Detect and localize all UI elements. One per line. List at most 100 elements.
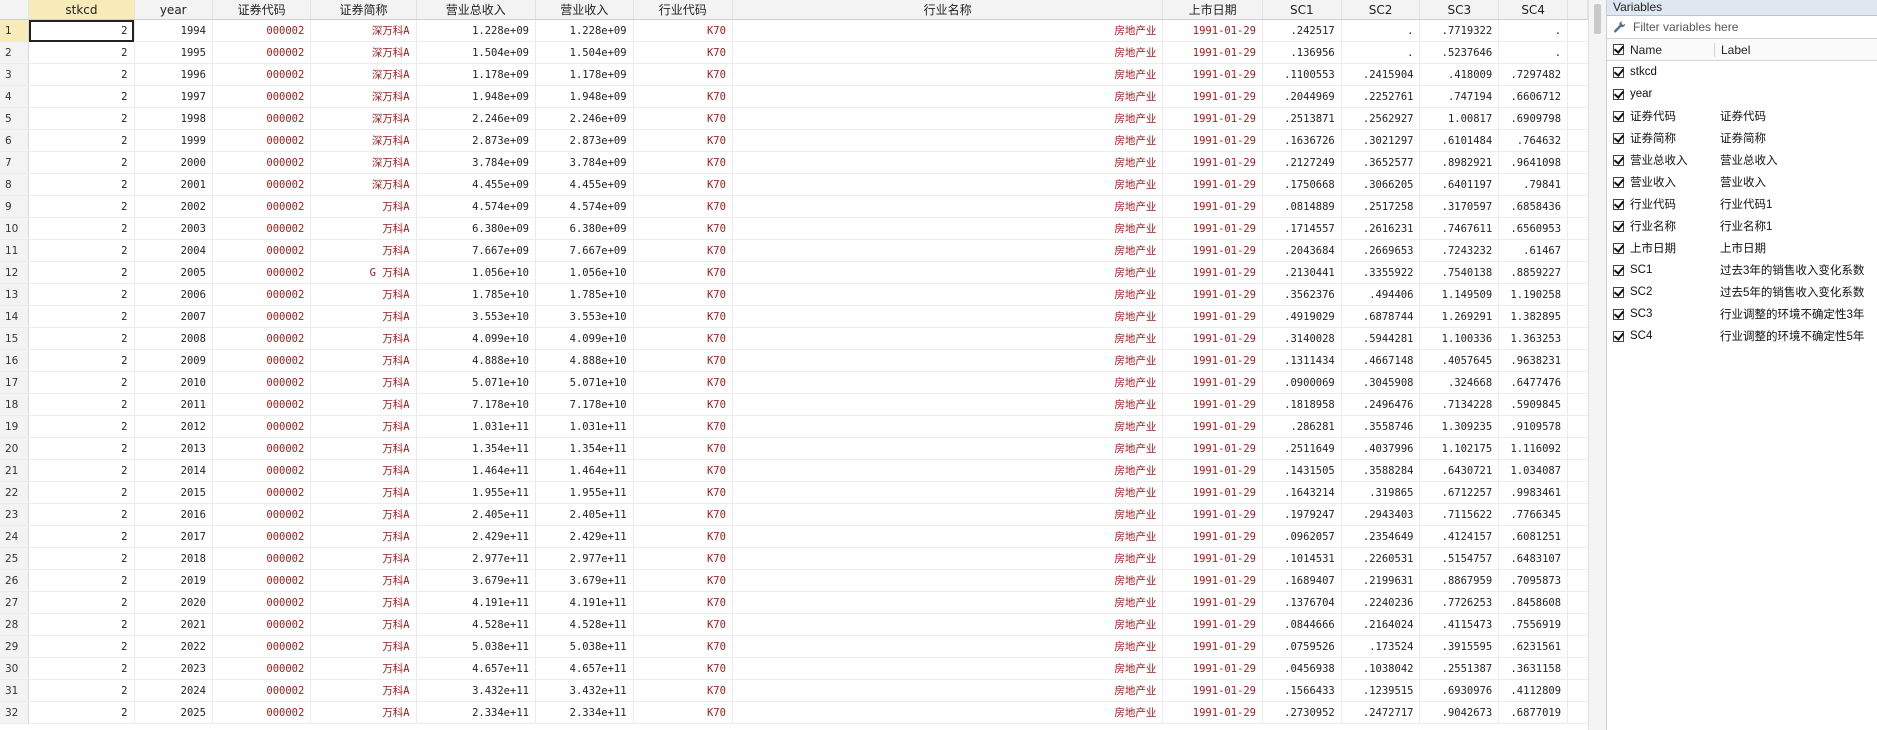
cell-sc4[interactable]: .9983461: [1498, 481, 1569, 504]
cell-year[interactable]: 2000: [134, 151, 213, 174]
cell-stkcd[interactable]: 2: [28, 107, 135, 130]
cell-ind_code[interactable]: K70: [633, 525, 733, 548]
cell-ind_code[interactable]: K70: [633, 569, 733, 592]
cell-abbr[interactable]: 万科A: [310, 239, 417, 262]
table-row[interactable]: 23 2 2016 000002 万科A 2.405e+11 2.405e+11 K70 房地产…: [0, 503, 1588, 526]
row-number[interactable]: 31: [0, 679, 30, 702]
cell-stkcd[interactable]: 2: [28, 261, 135, 284]
cell-code[interactable]: 000002: [212, 349, 312, 372]
table-row[interactable]: 18 2 2011 000002 万科A 7.178e+10 7.178e+10 K70 房地产…: [0, 393, 1588, 416]
cell-year[interactable]: 2018: [134, 547, 213, 570]
cell-list_date[interactable]: 1991-01-29: [1162, 459, 1263, 482]
cell-list_date[interactable]: 1991-01-29: [1162, 129, 1263, 152]
cell-sc4[interactable]: .9641098: [1498, 151, 1569, 174]
cell-sc2[interactable]: .319865: [1341, 481, 1421, 504]
column-header-stkcd[interactable]: stkcd: [28, 0, 135, 20]
variable-row[interactable]: 行业代码 行业代码1: [1607, 193, 1877, 215]
cell-abbr[interactable]: 深万科A: [310, 173, 417, 196]
cell-list_date[interactable]: 1991-01-29: [1162, 437, 1263, 460]
cell-ind_name[interactable]: 房地产业: [732, 481, 1164, 504]
cell-sc2[interactable]: .5944281: [1341, 327, 1421, 350]
cell-ind_code[interactable]: K70: [633, 437, 733, 460]
cell-sc3[interactable]: .418009: [1419, 63, 1500, 86]
cell-sc4[interactable]: .7297482: [1498, 63, 1569, 86]
cell-stkcd[interactable]: 2: [28, 349, 135, 372]
variable-row[interactable]: 营业总收入 营业总收入: [1607, 149, 1877, 171]
cell-list_date[interactable]: 1991-01-29: [1162, 305, 1263, 328]
cell-code[interactable]: 000002: [212, 393, 312, 416]
row-number[interactable]: 2: [0, 41, 30, 64]
cell-year[interactable]: 2015: [134, 481, 213, 504]
cell-ind_name[interactable]: 房地产业: [732, 679, 1164, 702]
cell-ind_code[interactable]: K70: [633, 217, 733, 240]
cell-code[interactable]: 000002: [212, 327, 312, 350]
cell-abbr[interactable]: 万科A: [310, 679, 417, 702]
variable-row[interactable]: SC1 过去3年的销售收入变化系数: [1607, 259, 1877, 281]
cell-year[interactable]: 2007: [134, 305, 213, 328]
cell-sc3[interactable]: 1.309235: [1419, 415, 1500, 438]
cell-sc2[interactable]: .4667148: [1341, 349, 1421, 372]
cell-ind_name[interactable]: 房地产业: [732, 19, 1164, 42]
cell-list_date[interactable]: 1991-01-29: [1162, 569, 1263, 592]
cell-list_date[interactable]: 1991-01-29: [1162, 239, 1263, 262]
cell-sc1[interactable]: .2130441: [1262, 261, 1342, 284]
cell-ind_code[interactable]: K70: [633, 657, 733, 680]
cell-list_date[interactable]: 1991-01-29: [1162, 657, 1263, 680]
cell-stkcd[interactable]: 2: [28, 19, 135, 42]
cell-rev[interactable]: 2.334e+11: [535, 701, 634, 724]
table-row[interactable]: 27 2 2020 000002 万科A 4.191e+11 4.191e+11 K70 房地产…: [0, 591, 1588, 614]
cell-rev_total[interactable]: 4.191e+11: [416, 591, 536, 614]
cell-sc4[interactable]: .: [1498, 41, 1569, 64]
cell-ind_name[interactable]: 房地产业: [732, 129, 1164, 152]
cell-sc3[interactable]: .6712257: [1419, 481, 1500, 504]
cell-ind_code[interactable]: K70: [633, 503, 733, 526]
column-header-abbr[interactable]: 证券简称: [310, 0, 417, 20]
cell-ind_name[interactable]: 房地产业: [732, 371, 1164, 394]
cell-abbr[interactable]: 万科A: [310, 415, 417, 438]
cell-ind_code[interactable]: K70: [633, 129, 733, 152]
cell-ind_code[interactable]: K70: [633, 547, 733, 570]
cell-stkcd[interactable]: 2: [28, 503, 135, 526]
cell-rev_total[interactable]: 3.679e+11: [416, 569, 536, 592]
cell-sc4[interactable]: .6560953: [1498, 217, 1569, 240]
row-number[interactable]: 28: [0, 613, 30, 636]
cell-code[interactable]: 000002: [212, 459, 312, 482]
cell-code[interactable]: 000002: [212, 613, 312, 636]
cell-abbr[interactable]: 深万科A: [310, 63, 417, 86]
column-header-sc2[interactable]: SC2: [1341, 0, 1421, 20]
cell-code[interactable]: 000002: [212, 195, 312, 218]
cell-abbr[interactable]: 万科A: [310, 481, 417, 504]
row-number[interactable]: 22: [0, 481, 30, 504]
cell-sc1[interactable]: .1636726: [1262, 129, 1342, 152]
cell-ind_code[interactable]: K70: [633, 459, 733, 482]
cell-ind_name[interactable]: 房地产业: [732, 437, 1164, 460]
cell-rev[interactable]: 2.429e+11: [535, 525, 634, 548]
variable-checkbox[interactable]: [1613, 88, 1624, 100]
cell-sc2[interactable]: .3652577: [1341, 151, 1421, 174]
cell-sc2[interactable]: .3558746: [1341, 415, 1421, 438]
cell-sc3[interactable]: .6930976: [1419, 679, 1500, 702]
cell-sc4[interactable]: .6231561: [1498, 635, 1569, 658]
table-row[interactable]: 6 2 1999 000002 深万科A 2.873e+09 2.873e+09 K70 房地产…: [0, 129, 1588, 152]
cell-sc4[interactable]: 1.363253: [1498, 327, 1569, 350]
column-header-ind_name[interactable]: 行业名称: [732, 0, 1164, 20]
cell-year[interactable]: 2019: [134, 569, 213, 592]
cell-year[interactable]: 1997: [134, 85, 213, 108]
cell-rev[interactable]: 3.784e+09: [535, 151, 634, 174]
cell-stkcd[interactable]: 2: [28, 173, 135, 196]
cell-ind_code[interactable]: K70: [633, 349, 733, 372]
row-number[interactable]: 18: [0, 393, 30, 416]
cell-sc1[interactable]: .0814889: [1262, 195, 1342, 218]
cell-list_date[interactable]: 1991-01-29: [1162, 283, 1263, 306]
cell-abbr[interactable]: 万科A: [310, 503, 417, 526]
cell-stkcd[interactable]: 2: [28, 305, 135, 328]
cell-stkcd[interactable]: 2: [28, 635, 135, 658]
cell-ind_name[interactable]: 房地产业: [732, 63, 1164, 86]
row-number[interactable]: 23: [0, 503, 30, 526]
cell-abbr[interactable]: 深万科A: [310, 129, 417, 152]
cell-year[interactable]: 2023: [134, 657, 213, 680]
cell-sc1[interactable]: .286281: [1262, 415, 1342, 438]
cell-ind_name[interactable]: 房地产业: [732, 327, 1164, 350]
cell-rev[interactable]: 1.955e+11: [535, 481, 634, 504]
variable-row[interactable]: 行业名称 行业名称1: [1607, 215, 1877, 237]
